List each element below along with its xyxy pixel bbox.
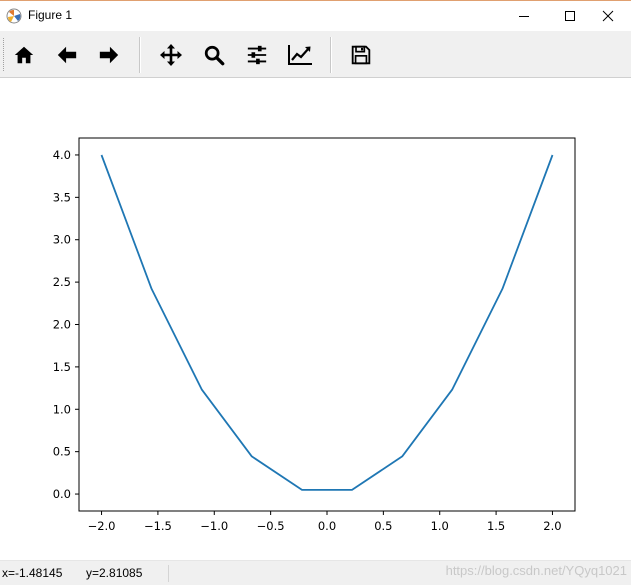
y-tick-label: 3.0 (53, 233, 71, 247)
toolbar-grip[interactable] (3, 38, 6, 71)
x-tick-label: 0.5 (374, 519, 392, 533)
line-chart-icon (288, 45, 312, 65)
axes-frame (78, 137, 576, 512)
matplotlib-logo-icon (6, 8, 22, 24)
figure-canvas[interactable]: −2.0 −1.5 −1.0 −0.5 0.0 0.5 1.0 1.5 2.0 0.0 0.5 1.0… (0, 78, 631, 560)
forward-button[interactable] (92, 38, 126, 72)
x-tick-label: 2.0 (543, 519, 561, 533)
arrow-right-icon (99, 46, 119, 64)
y-tick-label: 2.0 (53, 318, 71, 332)
window-title: Figure 1 (28, 8, 73, 22)
watermark-text: https://blog.csdn.net/YQyq1021 (445, 563, 627, 578)
title-bar: Figure 1 (0, 0, 631, 31)
status-bar: x=-1.48145 y=2.81085 https://blog.csdn.n… (0, 560, 631, 585)
minimize-button[interactable] (501, 1, 547, 31)
x-tick-label: 1.0 (431, 519, 449, 533)
line-plot[interactable]: −2.0 −1.5 −1.0 −0.5 0.0 0.5 1.0 1.5 2.0 0.0 0.5 1.0… (0, 78, 631, 560)
move-icon (160, 44, 182, 66)
save-button[interactable] (344, 38, 378, 72)
x-tick-label: 0.0 (318, 519, 336, 533)
x-tick-label: −0.5 (257, 519, 285, 533)
home-button[interactable] (7, 38, 41, 72)
minimize-icon (519, 16, 529, 17)
y-tick-label: 3.5 (53, 190, 71, 204)
home-icon (14, 46, 34, 64)
y-tick-label: 1.0 (53, 402, 71, 416)
arrow-left-icon (57, 46, 77, 64)
y-tick-label: 1.5 (53, 360, 71, 374)
back-button[interactable] (50, 38, 84, 72)
y-coordinate-readout: y=2.81085 (86, 566, 143, 580)
x-tick-label: −1.0 (200, 519, 228, 533)
y-tick-label: 0.0 (53, 487, 71, 501)
pan-button[interactable] (154, 38, 188, 72)
edit-axis-button[interactable] (283, 38, 317, 72)
close-icon (602, 10, 614, 22)
x-tick-label: 1.5 (487, 519, 505, 533)
y-tick-label: 4.0 (53, 148, 71, 162)
x-tick-label: −2.0 (88, 519, 116, 533)
y-tick-label: 2.5 (53, 275, 71, 289)
sliders-icon (247, 45, 267, 65)
maximize-icon (565, 11, 575, 21)
navigation-toolbar (0, 31, 631, 78)
x-tick-label: −1.5 (144, 519, 172, 533)
y-tick-label: 0.5 (53, 445, 71, 459)
toolbar-separator (139, 37, 141, 73)
x-coordinate-readout: x=-1.48145 (2, 566, 63, 580)
close-button[interactable] (585, 1, 631, 31)
magnifier-icon (204, 45, 225, 66)
subplots-button[interactable] (240, 38, 274, 72)
floppy-disk-icon (351, 45, 371, 65)
toolbar-separator (330, 37, 332, 73)
zoom-button[interactable] (197, 38, 231, 72)
status-divider (168, 565, 169, 582)
